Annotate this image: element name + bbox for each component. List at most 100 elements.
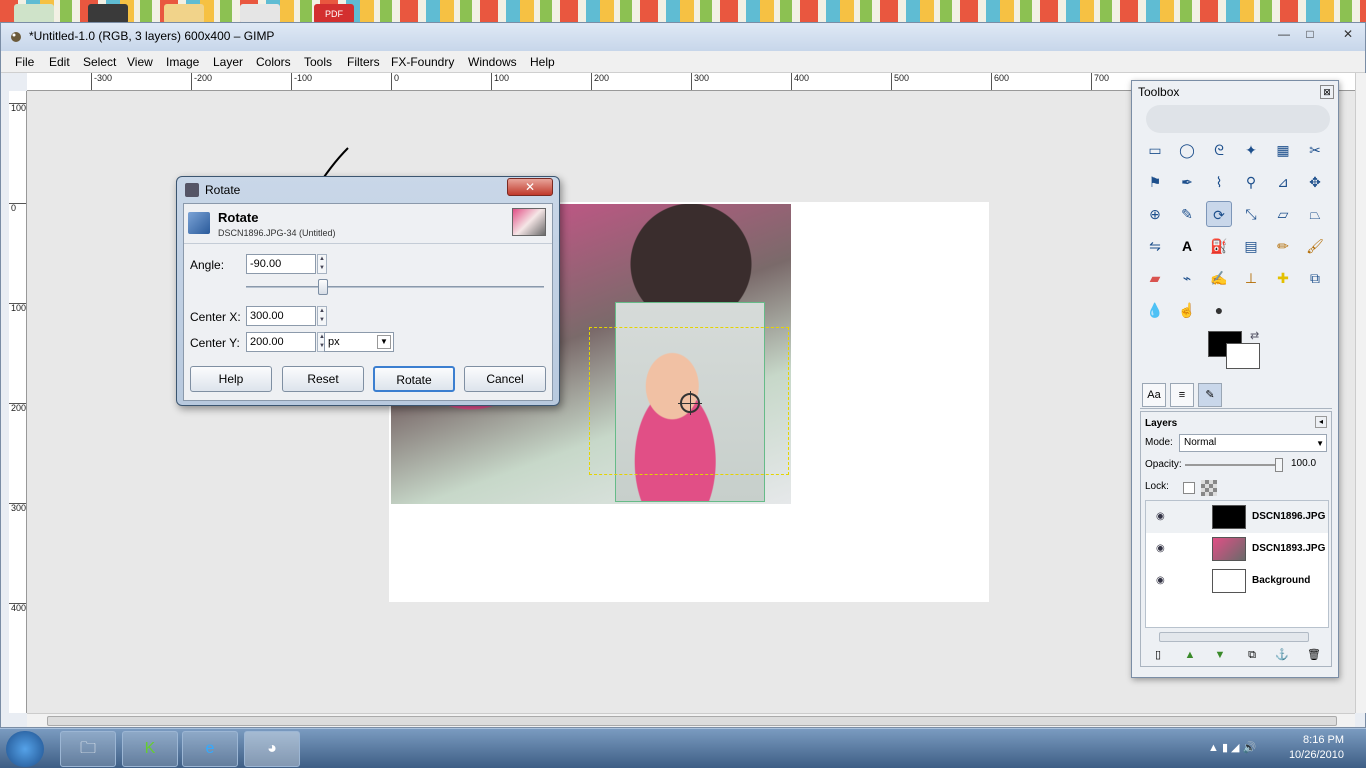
background-color-swatch[interactable] — [1226, 343, 1260, 369]
maximize-button[interactable]: □ — [1297, 25, 1323, 43]
pdf-desktop-icon[interactable]: PDF — [314, 4, 354, 24]
new-layer-icon[interactable]: ▯ — [1151, 648, 1165, 662]
dialog-close-button[interactable]: ✕ — [507, 178, 553, 196]
paths-tool-icon[interactable]: ✒ — [1174, 169, 1200, 195]
rotate-tool-icon[interactable]: ⟳ — [1206, 201, 1232, 227]
explorer-taskbar-icon[interactable]: 🗀 — [60, 731, 116, 767]
menu-help[interactable]: Help — [530, 55, 555, 69]
close-button[interactable]: ✕ — [1335, 25, 1361, 43]
flip-tool-icon[interactable]: ⇋ — [1142, 233, 1168, 259]
menu-windows[interactable]: Windows — [468, 55, 517, 69]
text-tool-icon[interactable]: A — [1174, 233, 1200, 259]
menu-select[interactable]: Select — [83, 55, 116, 69]
duplicate-layer-icon[interactable]: ⧉ — [1245, 648, 1259, 662]
eye-icon[interactable]: ◉ — [1156, 543, 1165, 554]
blur-tool-icon[interactable]: 💧 — [1142, 297, 1168, 323]
panel-menu-icon[interactable]: ◂ — [1315, 416, 1327, 428]
app-taskbar-icon[interactable]: K — [122, 731, 178, 767]
toolbox-close-button[interactable]: ⊠ — [1320, 85, 1334, 99]
menu-tools[interactable]: Tools — [304, 55, 332, 69]
vertical-scrollbar[interactable] — [1355, 73, 1366, 713]
blend-tool-icon[interactable]: ▤ — [1238, 233, 1264, 259]
anchor-layer-icon[interactable]: ⚓ — [1275, 648, 1289, 662]
ink-tool-icon[interactable]: ✍ — [1206, 265, 1232, 291]
desktop-icon[interactable] — [88, 4, 128, 24]
tab-tool-options[interactable]: ✎ — [1198, 383, 1222, 407]
menu-filters[interactable]: Filters — [347, 55, 380, 69]
crop-tool-icon[interactable]: ✎ — [1174, 201, 1200, 227]
eraser-tool-icon[interactable]: ▰ — [1142, 265, 1168, 291]
color-picker-tool-icon[interactable]: ⌇ — [1206, 169, 1232, 195]
move-tool-icon[interactable]: ✥ — [1302, 169, 1328, 195]
rotation-center-handle[interactable] — [678, 391, 702, 415]
scale-tool-icon[interactable]: ⤡ — [1238, 201, 1264, 227]
fuzzy-select-tool-icon[interactable]: ✦ — [1238, 137, 1264, 163]
horizontal-scrollbar[interactable] — [27, 713, 1355, 727]
swap-colors-icon[interactable]: ⇄ — [1250, 329, 1259, 342]
lock-pixels-checkbox[interactable] — [1183, 482, 1195, 494]
perspective-clone-tool-icon[interactable]: ⧉ — [1302, 265, 1328, 291]
shear-tool-icon[interactable]: ▱ — [1270, 201, 1296, 227]
airbrush-tool-icon[interactable]: ⌁ — [1174, 265, 1200, 291]
unit-select[interactable]: px ▼ — [324, 332, 394, 352]
start-button[interactable] — [6, 731, 44, 767]
color-select-tool-icon[interactable]: ▦ — [1270, 137, 1296, 163]
layer-row[interactable]: ◉ DSCN1893.JPG — [1146, 533, 1328, 565]
bucket-fill-tool-icon[interactable]: ⛽ — [1206, 233, 1232, 259]
eye-icon[interactable]: ◉ — [1156, 575, 1165, 586]
slider-knob[interactable] — [1275, 458, 1283, 472]
align-tool-icon[interactable]: ⊕ — [1142, 201, 1168, 227]
delete-layer-icon[interactable]: 🗑 — [1307, 648, 1321, 662]
clone-tool-icon[interactable]: ⊥ — [1238, 265, 1264, 291]
raise-layer-icon[interactable]: ▲ — [1183, 648, 1197, 662]
perspective-tool-icon[interactable]: ⏢ — [1302, 201, 1328, 227]
measure-tool-icon[interactable]: ⊿ — [1270, 169, 1296, 195]
ellipse-select-tool-icon[interactable]: ◯ — [1174, 137, 1200, 163]
reset-button[interactable]: Reset — [282, 366, 364, 392]
zoom-tool-icon[interactable]: ⚲ — [1238, 169, 1264, 195]
opacity-slider[interactable] — [1185, 458, 1283, 472]
lower-layer-icon[interactable]: ▼ — [1213, 648, 1227, 662]
foreground-select-tool-icon[interactable]: ⚑ — [1142, 169, 1168, 195]
eye-icon[interactable]: ◉ — [1156, 511, 1165, 522]
paintbrush-tool-icon[interactable]: 🖌 — [1302, 233, 1328, 259]
opacity-value[interactable]: 100.0 — [1291, 458, 1316, 469]
cancel-button[interactable]: Cancel — [464, 366, 546, 392]
mode-select[interactable]: Normal ▼ — [1179, 434, 1327, 452]
menu-colors[interactable]: Colors — [256, 55, 291, 69]
angle-slider[interactable] — [246, 279, 544, 295]
rect-select-tool-icon[interactable]: ▭ — [1142, 137, 1168, 163]
center-x-spinner-arrows[interactable]: ▲ ▼ — [317, 306, 327, 326]
lock-alpha-icon[interactable] — [1201, 480, 1217, 496]
clock[interactable]: 8:16 PM 10/26/2010 — [1289, 733, 1344, 763]
rotate-button[interactable]: Rotate — [373, 366, 455, 392]
menu-view[interactable]: View — [127, 55, 153, 69]
smudge-tool-icon[interactable]: ☝ — [1174, 297, 1200, 323]
menu-edit[interactable]: Edit — [49, 55, 70, 69]
desktop-icon[interactable] — [14, 4, 54, 24]
tab-layers-stack[interactable]: ≡ — [1170, 383, 1194, 407]
desktop-icon[interactable] — [240, 4, 280, 24]
lasso-tool-icon[interactable]: ᘓ — [1206, 137, 1232, 163]
layers-scrollbar[interactable] — [1159, 632, 1309, 642]
dodge-burn-tool-icon[interactable]: ● — [1206, 297, 1232, 323]
gimp-taskbar-icon[interactable]: ◕ — [244, 731, 300, 767]
desktop-icon[interactable] — [164, 4, 204, 24]
center-y-input[interactable]: 200.00 ▲ ▼ — [246, 332, 327, 352]
scrollbar-thumb[interactable] — [47, 716, 1337, 726]
menu-layer[interactable]: Layer — [213, 55, 243, 69]
internet-explorer-taskbar-icon[interactable]: e — [182, 731, 238, 767]
menu-file[interactable]: File — [15, 55, 34, 69]
angle-spinner-arrows[interactable]: ▲ ▼ — [317, 254, 327, 274]
system-tray[interactable]: ▲ ▮ ◢ 🔊 — [1208, 741, 1256, 754]
minimize-button[interactable]: — — [1271, 25, 1297, 43]
menu-image[interactable]: Image — [166, 55, 199, 69]
layer-row[interactable]: ◉ DSCN1896.JPG — [1146, 501, 1328, 533]
center-x-input[interactable]: 300.00 ▲ ▼ — [246, 306, 327, 326]
scissors-tool-icon[interactable]: ✂ — [1302, 137, 1328, 163]
pencil-tool-icon[interactable]: ✏ — [1270, 233, 1296, 259]
heal-tool-icon[interactable]: ✚ — [1270, 265, 1296, 291]
chevron-down-icon[interactable]: ▼ — [377, 335, 391, 349]
vertical-ruler[interactable]: 100 0 100 200 300 400 — [9, 91, 27, 713]
tab-fonts[interactable]: Aa — [1142, 383, 1166, 407]
